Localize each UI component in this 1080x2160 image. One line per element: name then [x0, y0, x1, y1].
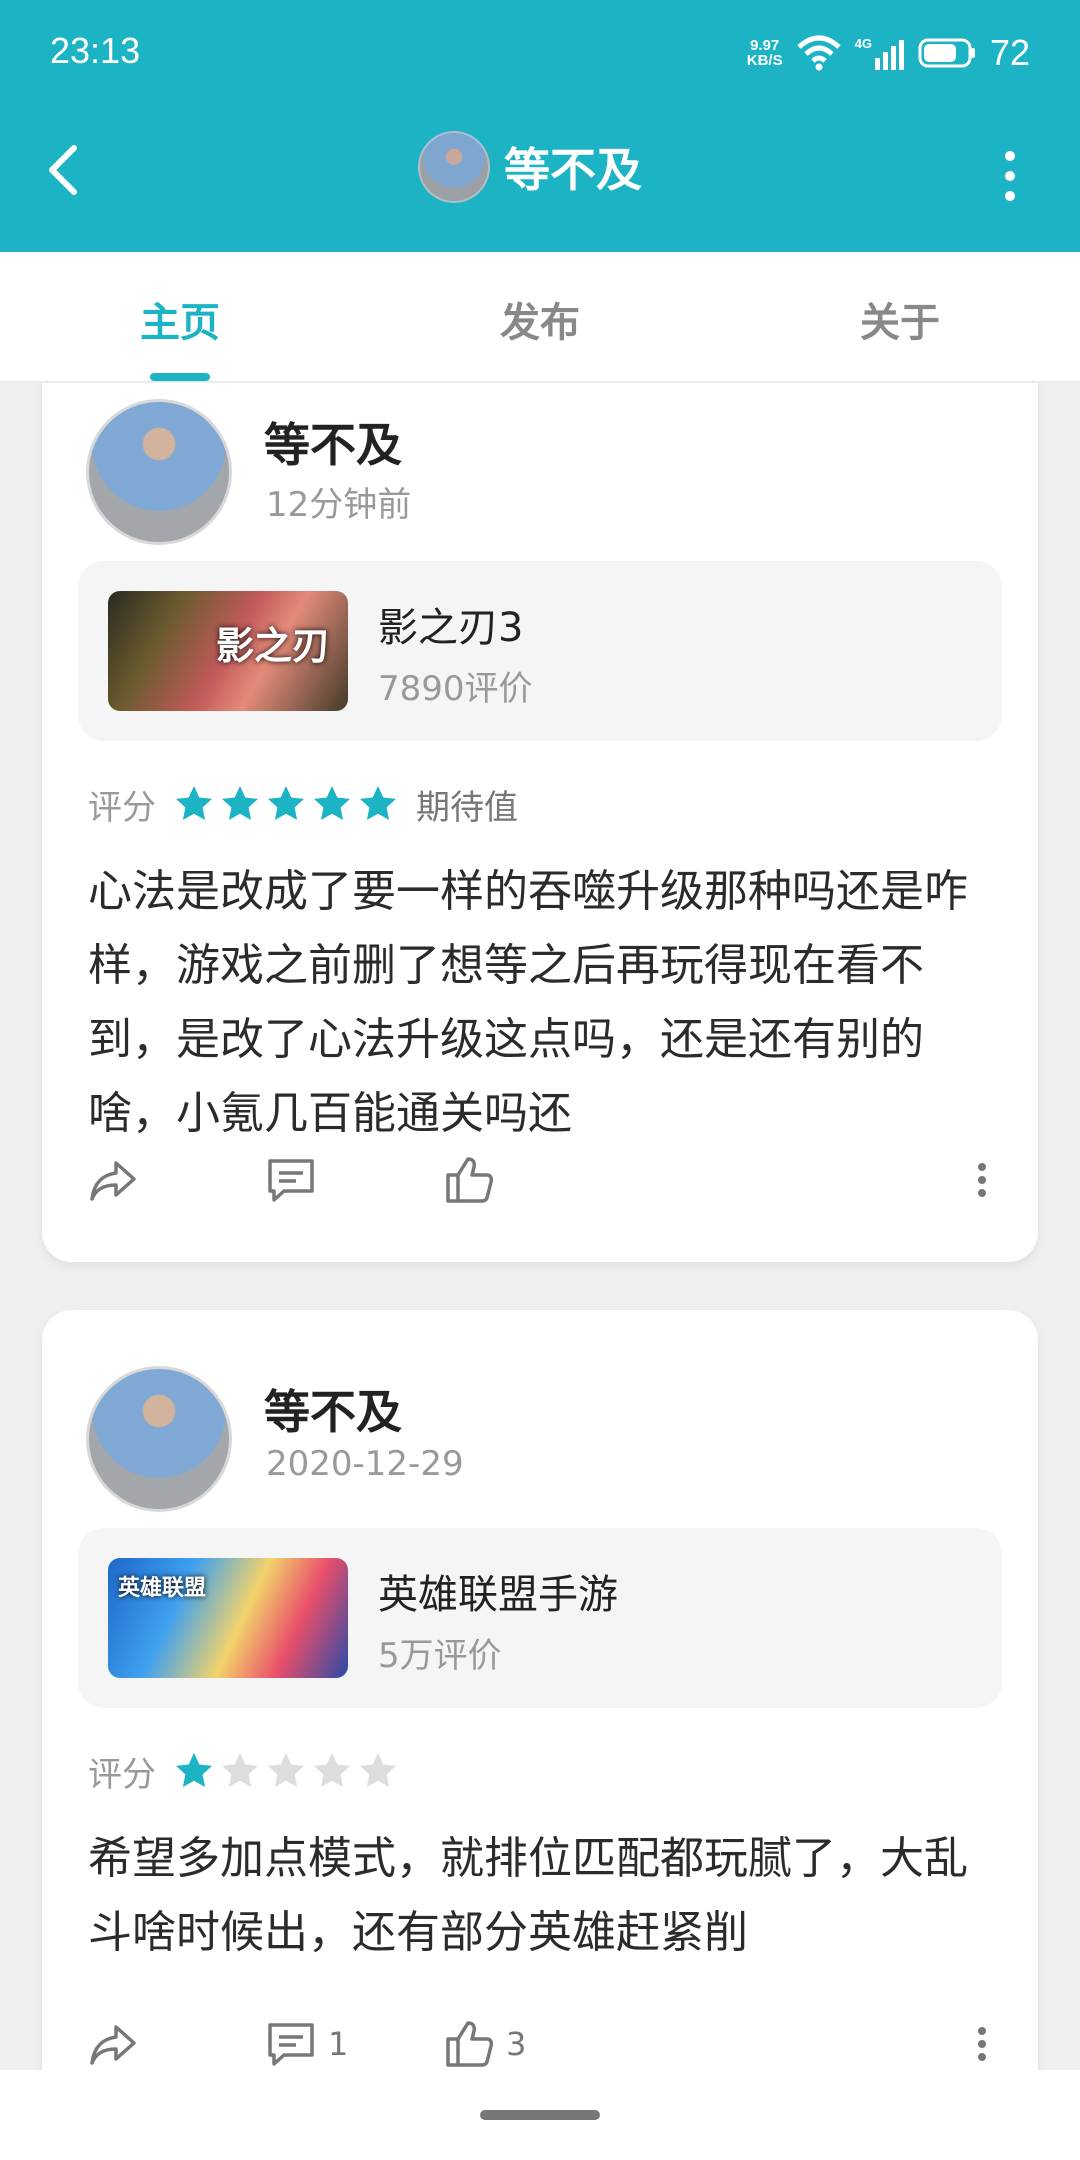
comment-button[interactable]: 1	[264, 2017, 348, 2070]
home-gesture-handle[interactable]	[480, 2110, 600, 2120]
game-review-count: 7890评价	[378, 669, 533, 709]
status-time: 23:13	[50, 30, 141, 71]
avatar[interactable]	[86, 1366, 232, 1512]
cell-signal-icon: 4G	[855, 36, 904, 70]
star-filled-icon	[176, 786, 212, 820]
game-name: 英雄联盟手游	[378, 1572, 618, 1618]
share-button[interactable]	[86, 2017, 140, 2070]
tab-publish[interactable]: 发布	[500, 290, 580, 348]
review-text[interactable]: 希望多加点模式，就排位匹配都玩腻了，大乱斗啥时候出，还有部分英雄赶紧削	[88, 1822, 998, 1970]
comment-icon	[268, 1159, 314, 1202]
game-card[interactable]: 英雄联盟 英雄联盟手游 5万评价	[78, 1528, 1002, 1708]
star-empty-icon	[268, 1753, 304, 1787]
tab-about[interactable]: 关于	[860, 290, 940, 348]
status-bar: 23:13 9.97 KB/S 4G 72	[0, 0, 1080, 110]
review-card[interactable]: 等不及 12分钟前 影之刃 影之刃3 7890评价 评分 期待值 心法是改成了要…	[42, 383, 1038, 1262]
battery-level: 72	[989, 32, 1030, 73]
system-nav-bar	[0, 2070, 1080, 2160]
card-more-button[interactable]	[972, 2017, 992, 2070]
action-bar: 1 3	[42, 2007, 1038, 2070]
app-header: 23:13 9.97 KB/S 4G 72 等不及	[0, 0, 1080, 252]
review-card[interactable]: 等不及 2020-12-29 英雄联盟 英雄联盟手游 5万评价 评分 希望多加点…	[42, 1310, 1038, 2070]
network-speed: 9.97 KB/S	[747, 38, 783, 68]
network-speed-value: 9.97	[750, 37, 780, 54]
game-name: 影之刃3	[378, 605, 524, 651]
tab-indicator	[150, 373, 210, 381]
star-empty-icon	[314, 1753, 350, 1787]
game-thumbnail[interactable]: 英雄联盟	[108, 1558, 348, 1678]
star-filled-icon	[176, 1753, 212, 1787]
star-rating	[174, 1751, 398, 1791]
avatar[interactable]	[86, 399, 232, 545]
wifi-icon	[796, 35, 841, 71]
card-more-button[interactable]	[972, 1153, 992, 1207]
page-title: 等不及	[504, 143, 642, 197]
more-vertical-icon[interactable]	[1000, 146, 1020, 206]
more-vertical-icon	[978, 1163, 986, 1197]
tab-home[interactable]: 主页	[140, 290, 220, 348]
star-filled-icon	[222, 786, 258, 820]
review-feed[interactable]: 等不及 12分钟前 影之刃 影之刃3 7890评价 评分 期待值 心法是改成了要…	[0, 383, 1080, 2070]
network-type: 4G	[854, 36, 872, 51]
thumbs-up-icon	[446, 1157, 494, 1203]
star-rating	[174, 784, 398, 824]
game-review-count: 5万评价	[378, 1636, 502, 1676]
thumbs-up-icon	[446, 2021, 494, 2067]
rating-tag: 期待值	[416, 787, 518, 828]
like-button[interactable]	[442, 1153, 506, 1207]
like-button[interactable]: 3	[442, 2017, 526, 2070]
username[interactable]: 等不及	[264, 1376, 402, 1442]
share-button[interactable]	[86, 1153, 140, 1207]
star-empty-icon	[222, 1753, 258, 1787]
game-thumbnail[interactable]: 影之刃	[108, 591, 348, 711]
review-text[interactable]: 心法是改成了要一样的吞噬升级那种吗还是咋样，游戏之前删了想等之后再玩得现在看不到…	[88, 855, 998, 1151]
profile-title: 等不及	[418, 130, 642, 204]
star-filled-icon	[268, 786, 304, 820]
comment-count: 1	[328, 2025, 349, 2063]
battery-icon	[918, 38, 975, 68]
top-bar: 等不及	[0, 110, 1080, 252]
comment-icon	[268, 2023, 314, 2066]
share-icon	[90, 2025, 136, 2065]
game-thumbnail-logo: 英雄联盟	[118, 1575, 207, 1601]
share-icon	[90, 1161, 136, 1201]
back-arrow-icon[interactable]	[40, 140, 90, 200]
rating-row: 评分 期待值	[88, 779, 518, 829]
network-speed-unit: KB/S	[746, 52, 783, 69]
status-indicators: 9.97 KB/S 4G 72	[747, 28, 1030, 78]
tab-bar: 主页 发布 关于	[0, 252, 1080, 382]
game-thumbnail-logo: 影之刃	[215, 623, 330, 668]
star-filled-icon	[314, 786, 350, 820]
avatar[interactable]	[418, 131, 490, 203]
star-empty-icon	[360, 1753, 396, 1787]
action-bar	[42, 1143, 1038, 1213]
post-time: 2020-12-29	[266, 1444, 464, 1484]
star-filled-icon	[360, 786, 396, 820]
rating-label: 评分	[88, 787, 156, 828]
like-count: 3	[506, 2025, 527, 2063]
post-time: 12分钟前	[266, 485, 412, 525]
username[interactable]: 等不及	[264, 409, 402, 475]
game-card[interactable]: 影之刃 影之刃3 7890评价	[78, 561, 1002, 741]
rating-row: 评分	[88, 1746, 416, 1796]
more-vertical-icon	[978, 2027, 986, 2061]
rating-label: 评分	[88, 1754, 156, 1795]
comment-button[interactable]	[264, 1153, 328, 1207]
